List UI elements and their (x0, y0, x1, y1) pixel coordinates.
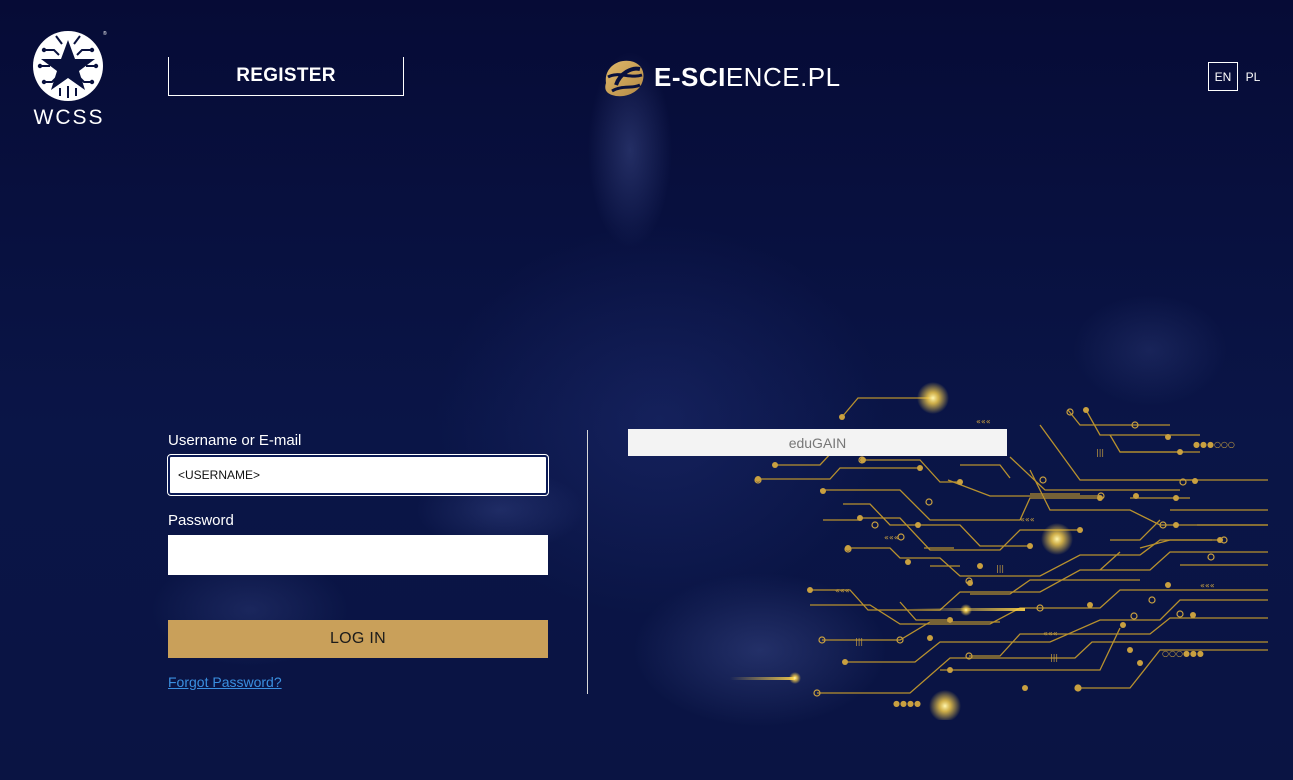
svg-text:«««: ««« (835, 586, 850, 595)
forgot-password-link[interactable]: Forgot Password? (168, 674, 282, 690)
vertical-divider (587, 430, 588, 694)
username-input[interactable] (167, 454, 549, 496)
language-en-button[interactable]: EN (1208, 62, 1238, 91)
svg-text:|||: ||| (1096, 448, 1104, 457)
svg-text:«««: ««« (1200, 581, 1215, 590)
wcss-logo: ® WCSS (30, 28, 108, 129)
register-button[interactable]: REGISTER (168, 57, 404, 96)
password-input[interactable] (168, 535, 548, 575)
svg-text:«««: ««« (884, 533, 899, 542)
svg-text:«««: ««« (976, 417, 991, 426)
brand-name-bold: E-SCI (654, 61, 726, 92)
brand-name: E-SCIENCE.PL (654, 62, 841, 93)
language-pl-button[interactable]: PL (1241, 62, 1265, 91)
svg-text:®: ® (103, 30, 107, 37)
svg-text:|||: ||| (855, 637, 863, 646)
svg-text:○○○●●●: ○○○●●● (1162, 649, 1204, 658)
login-form: Username or E-mail Password LOG IN Forgo… (167, 430, 549, 691)
svg-text:|||: ||| (1050, 653, 1058, 662)
e-science-mark-icon (605, 60, 644, 97)
svg-text:«««: ««« (1043, 629, 1058, 638)
wcss-star-logo-icon: ® (33, 30, 107, 101)
login-button[interactable]: LOG IN (168, 620, 548, 658)
brand-name-light: ENCE.PL (725, 61, 841, 92)
password-label: Password (168, 512, 234, 529)
wcss-logo-text: WCSS (33, 106, 105, 129)
username-label: Username or E-mail (168, 432, 302, 449)
svg-text:●●●○○○: ●●●○○○ (1193, 440, 1235, 449)
svg-text:●●●●: ●●●● (893, 699, 921, 708)
e-science-logo[interactable]: E-SCIENCE.PL (602, 55, 841, 99)
edugain-login-button[interactable]: eduGAIN (628, 429, 1007, 456)
svg-text:«««: ««« (1020, 515, 1035, 524)
svg-text:|||: ||| (996, 564, 1004, 573)
